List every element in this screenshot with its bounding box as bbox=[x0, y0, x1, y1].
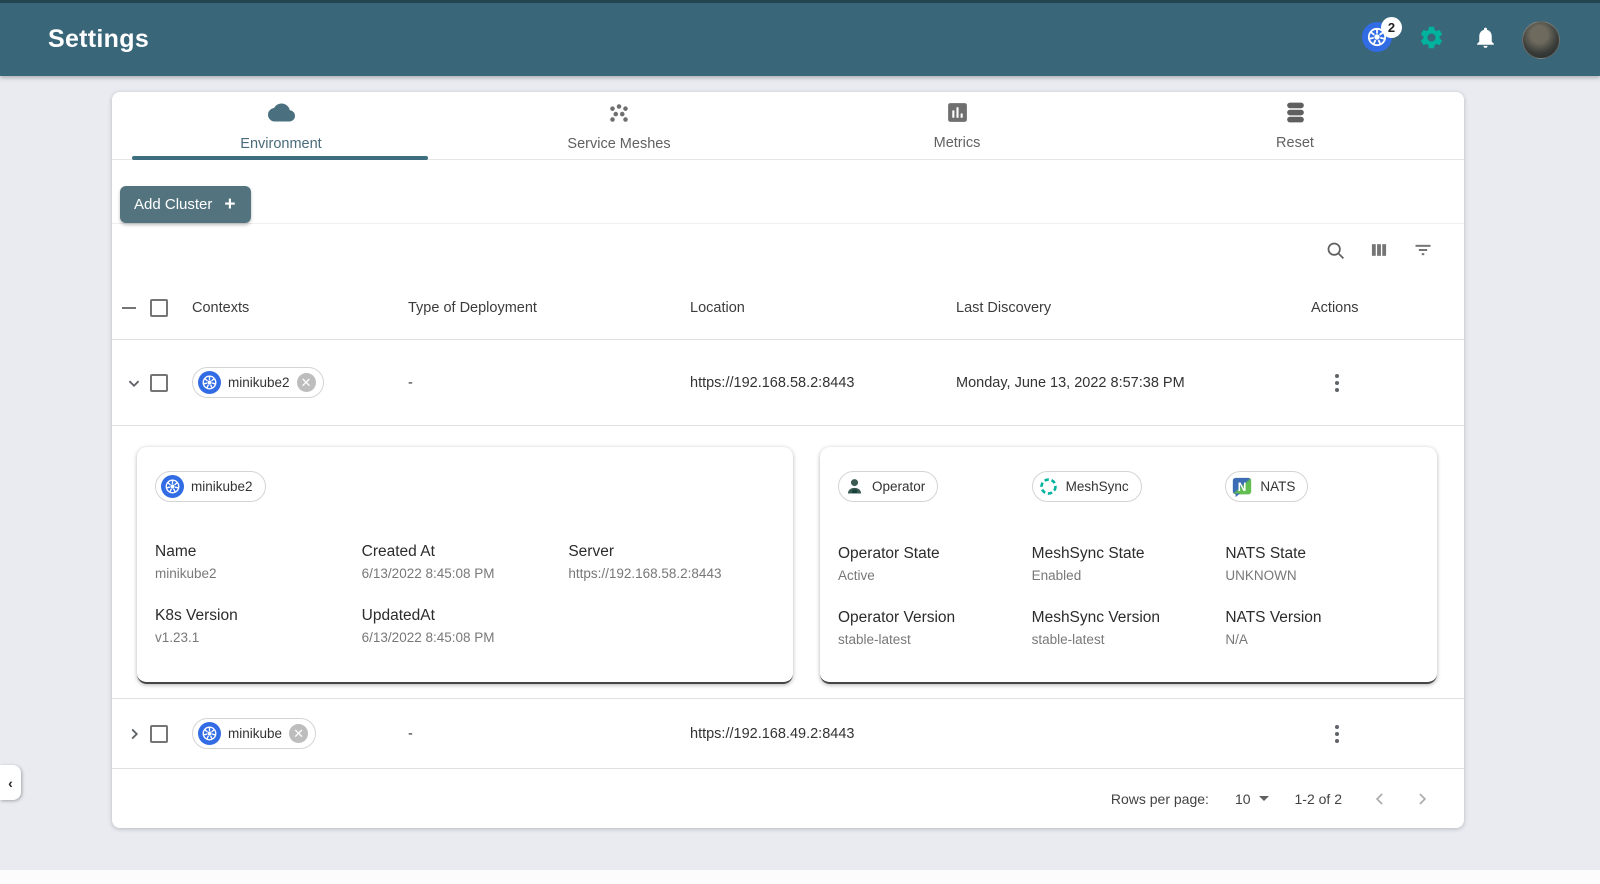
page-range-label: 1-2 of 2 bbox=[1294, 790, 1342, 807]
services-details-card: Operator MeshSync N NATS Operator State … bbox=[820, 447, 1437, 684]
chevron-left-icon: ‹ bbox=[8, 774, 13, 791]
expanded-row-panel: minikube2 Name minikube2 Created At 6/13… bbox=[112, 426, 1464, 699]
kubernetes-icon bbox=[198, 370, 221, 394]
chevron-right-icon[interactable] bbox=[122, 722, 146, 746]
tab-reset[interactable]: Reset bbox=[1126, 92, 1464, 159]
plus-icon: + bbox=[224, 194, 236, 215]
close-icon[interactable]: ✕ bbox=[296, 372, 316, 392]
previous-page-icon[interactable] bbox=[1368, 787, 1392, 811]
operator-icon bbox=[847, 479, 862, 494]
table-toolbar bbox=[112, 224, 1464, 276]
database-icon bbox=[1283, 100, 1308, 130]
kubernetes-icon bbox=[161, 475, 184, 498]
table-header-row: Contexts Type of Deployment Location Las… bbox=[112, 276, 1464, 340]
column-header-contexts[interactable]: Contexts bbox=[192, 300, 408, 316]
column-header-actions: Actions bbox=[1311, 299, 1359, 316]
add-cluster-label: Add Cluster bbox=[134, 196, 213, 213]
gear-icon bbox=[1418, 24, 1445, 56]
notifications-button[interactable] bbox=[1468, 23, 1502, 57]
bell-icon bbox=[1473, 25, 1498, 55]
row-actions-menu-icon[interactable] bbox=[1325, 719, 1349, 749]
nats-chip: N NATS bbox=[1225, 471, 1309, 502]
context-chip[interactable]: minikube ✕ bbox=[192, 717, 317, 749]
collapse-all-icon[interactable] bbox=[122, 306, 136, 309]
tab-environment[interactable]: Environment bbox=[112, 92, 450, 160]
close-icon[interactable]: ✕ bbox=[289, 723, 309, 743]
chevron-down-icon[interactable] bbox=[122, 371, 146, 395]
field-updated-at: UpdatedAt 6/13/2022 8:45:08 PM bbox=[361, 607, 495, 645]
column-header-last-discovery[interactable]: Last Discovery bbox=[956, 300, 1311, 316]
column-header-location[interactable]: Location bbox=[690, 300, 956, 316]
user-avatar[interactable] bbox=[1522, 20, 1560, 59]
table-row: minikube ✕ - https://192.168.49.2:8443 bbox=[112, 699, 1464, 769]
table-row: minikube2 ✕ - https://192.168.58.2:8443 … bbox=[112, 340, 1464, 426]
cluster-chip-label: minikube2 bbox=[191, 479, 253, 494]
add-cluster-button[interactable]: Add Cluster + bbox=[120, 186, 252, 223]
cluster-chip: minikube2 bbox=[155, 471, 266, 502]
row-checkbox[interactable] bbox=[150, 724, 168, 743]
field-meshsync-version: MeshSync Version stable-latest bbox=[1031, 608, 1161, 647]
rows-per-page-select[interactable]: 10 bbox=[1235, 791, 1269, 807]
filter-icon[interactable] bbox=[1412, 239, 1434, 261]
row-checkbox[interactable] bbox=[150, 373, 168, 392]
tab-service-meshes[interactable]: Service Meshes bbox=[450, 92, 788, 159]
svg-text:N: N bbox=[1238, 480, 1247, 494]
field-created-at: Created At 6/13/2022 8:45:08 PM bbox=[361, 543, 495, 581]
tab-metrics[interactable]: Metrics bbox=[788, 92, 1126, 159]
meshsync-icon bbox=[1039, 478, 1057, 495]
kubernetes-cluster-button[interactable]: 2 bbox=[1360, 16, 1402, 57]
context-chip[interactable]: minikube2 ✕ bbox=[192, 366, 324, 398]
table-pagination: Rows per page: 10 1-2 of 2 bbox=[112, 769, 1464, 828]
field-server: Server https://192.168.58.2:8443 bbox=[568, 543, 722, 581]
settings-tabs: Environment Service Meshes Metrics Reset bbox=[112, 92, 1464, 160]
field-operator-version: Operator Version stable-latest bbox=[838, 608, 956, 647]
operator-chip: Operator bbox=[838, 471, 939, 502]
page-title: Settings bbox=[48, 25, 150, 53]
kubernetes-icon bbox=[198, 721, 221, 745]
row-actions-menu-icon[interactable] bbox=[1325, 368, 1349, 398]
next-page-icon[interactable] bbox=[1410, 787, 1434, 811]
cloud-icon bbox=[267, 99, 295, 131]
rows-per-page-label: Rows per page: bbox=[1110, 790, 1209, 807]
cell-last-discovery: Monday, June 13, 2022 8:57:38 PM bbox=[956, 374, 1185, 391]
field-name: Name minikube2 bbox=[155, 543, 217, 581]
view-columns-icon[interactable] bbox=[1368, 239, 1390, 261]
cell-type-of-deployment: - bbox=[408, 374, 413, 391]
context-chip-label: minikube2 bbox=[228, 374, 290, 390]
appbar: Settings 2 bbox=[0, 0, 1600, 76]
tab-metrics-label: Metrics bbox=[933, 135, 981, 151]
cell-location: https://192.168.58.2:8443 bbox=[690, 374, 855, 391]
service-fields: Operator State Active MeshSync State Ena… bbox=[838, 545, 1419, 647]
field-nats-state: NATS State UNKNOWN bbox=[1225, 544, 1307, 583]
context-chip-label: minikube bbox=[228, 725, 283, 741]
field-k8s-version: K8s Version v1.23.1 bbox=[155, 607, 238, 645]
bar-chart-icon bbox=[945, 100, 970, 130]
nats-icon: N bbox=[1233, 477, 1252, 497]
field-meshsync-state: MeshSync State Enabled bbox=[1031, 544, 1145, 583]
cell-type-of-deployment: - bbox=[408, 725, 413, 742]
mesh-icon bbox=[606, 100, 632, 131]
tab-service-meshes-label: Service Meshes bbox=[567, 135, 671, 152]
column-header-type-of-deployment[interactable]: Type of Deployment bbox=[408, 300, 690, 316]
service-chips: Operator MeshSync N NATS bbox=[838, 471, 1419, 503]
meshsync-chip: MeshSync bbox=[1031, 471, 1142, 502]
field-operator-state: Operator State Active bbox=[838, 544, 940, 583]
cell-location: https://192.168.49.2:8443 bbox=[690, 725, 855, 742]
search-icon[interactable] bbox=[1324, 239, 1346, 261]
add-cluster-row: Add Cluster + bbox=[112, 160, 1464, 224]
settings-gear-button[interactable] bbox=[1414, 23, 1448, 57]
cluster-details-card: minikube2 Name minikube2 Created At 6/13… bbox=[137, 447, 793, 684]
tab-reset-label: Reset bbox=[1276, 135, 1314, 151]
field-nats-version: NATS Version N/A bbox=[1225, 608, 1322, 647]
appbar-actions: 2 bbox=[1360, 16, 1560, 59]
tab-environment-label: Environment bbox=[240, 136, 322, 152]
sidebar-collapse-handle[interactable]: ‹ bbox=[0, 765, 21, 800]
bottom-strip bbox=[0, 870, 1600, 884]
cluster-count-badge: 2 bbox=[1381, 16, 1402, 38]
cluster-fields: Name minikube2 Created At 6/13/2022 8:45… bbox=[155, 543, 775, 645]
caret-down-icon bbox=[1258, 796, 1269, 801]
select-all-checkbox[interactable] bbox=[150, 298, 168, 317]
settings-card: Environment Service Meshes Metrics Reset… bbox=[112, 92, 1464, 828]
